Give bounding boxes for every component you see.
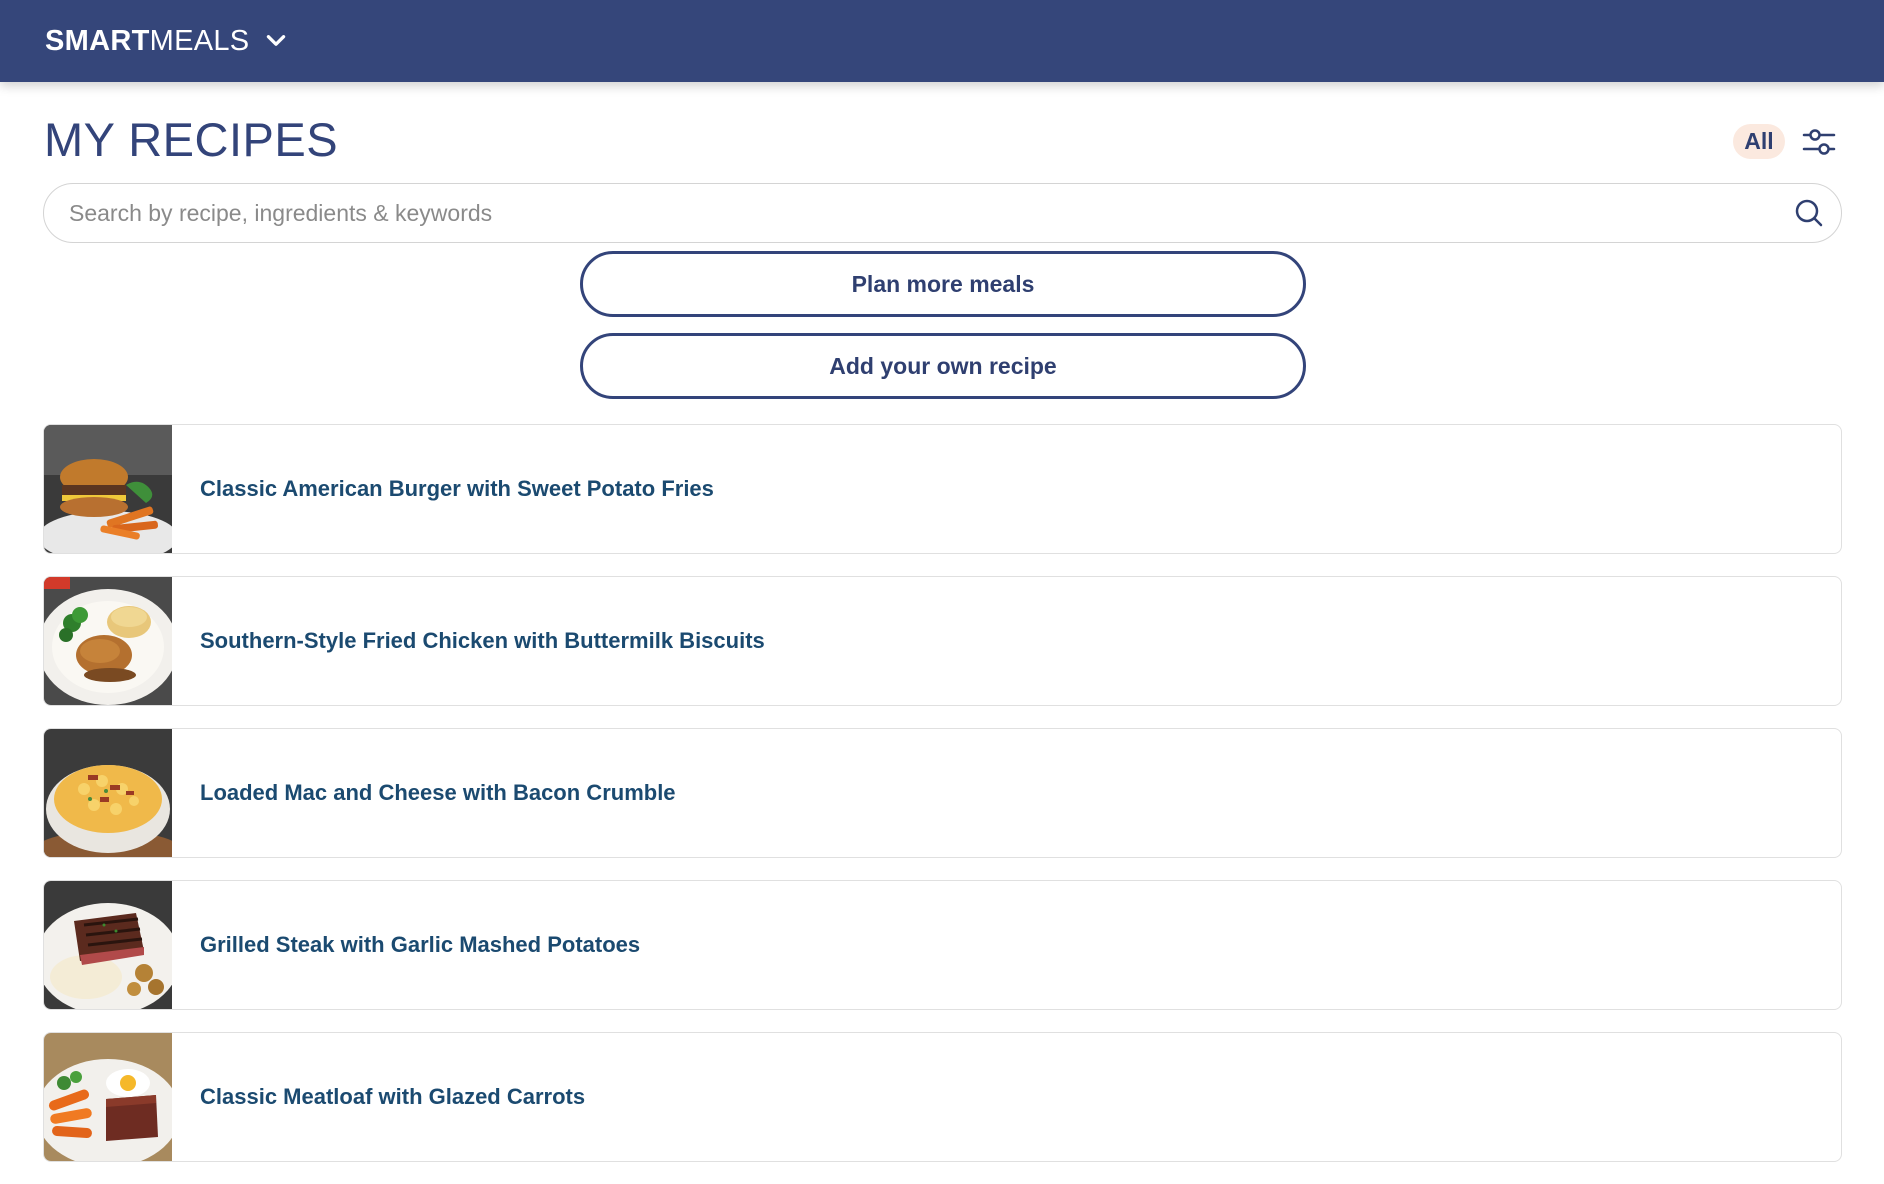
recipe-image	[44, 577, 172, 705]
recipe-image	[44, 729, 172, 857]
top-header: SMART MEALS	[0, 0, 1884, 82]
recipe-title: Classic Meatloaf with Glazed Carrots	[200, 1084, 586, 1109]
recipe-item[interactable]: Classic Meatloaf with Glazed Carrots	[43, 1032, 1842, 1162]
page-title: MY RECIPES	[44, 113, 339, 166]
add-own-recipe-button[interactable]: Add your own recipe	[580, 333, 1306, 399]
recipe-list: Classic American Burger with Sweet Potat…	[43, 424, 1842, 1184]
recipe-image	[44, 881, 172, 1009]
recipe-title: Classic American Burger with Sweet Potat…	[200, 476, 714, 501]
sliders-icon[interactable]	[1801, 124, 1837, 160]
recipe-image	[44, 1033, 172, 1161]
recipe-title: Grilled Steak with Garlic Mashed Potatoe…	[200, 932, 641, 957]
brand-menu[interactable]: SMART MEALS	[45, 25, 289, 58]
recipe-item[interactable]: Classic American Burger with Sweet Potat…	[43, 424, 1842, 554]
recipe-item[interactable]: Grilled Steak with Garlic Mashed Potatoe…	[43, 880, 1842, 1010]
brand-name-light: MEALS	[149, 24, 250, 57]
chevron-down-icon[interactable]	[263, 28, 289, 54]
filter-all-badge[interactable]: All	[1733, 124, 1785, 159]
recipe-item[interactable]: Southern-Style Fried Chicken with Butter…	[43, 576, 1842, 706]
recipe-title: Southern-Style Fried Chicken with Butter…	[200, 628, 765, 653]
search-icon[interactable]	[1793, 197, 1825, 229]
recipe-title: Loaded Mac and Cheese with Bacon Crumble	[200, 780, 676, 805]
recipe-image	[44, 425, 172, 553]
search-input[interactable]	[67, 198, 1793, 228]
plan-more-meals-button[interactable]: Plan more meals	[580, 251, 1306, 317]
recipe-item[interactable]: Loaded Mac and Cheese with Bacon Crumble	[43, 728, 1842, 858]
brand-name-bold: SMART	[45, 24, 150, 57]
search-bar	[43, 183, 1842, 243]
